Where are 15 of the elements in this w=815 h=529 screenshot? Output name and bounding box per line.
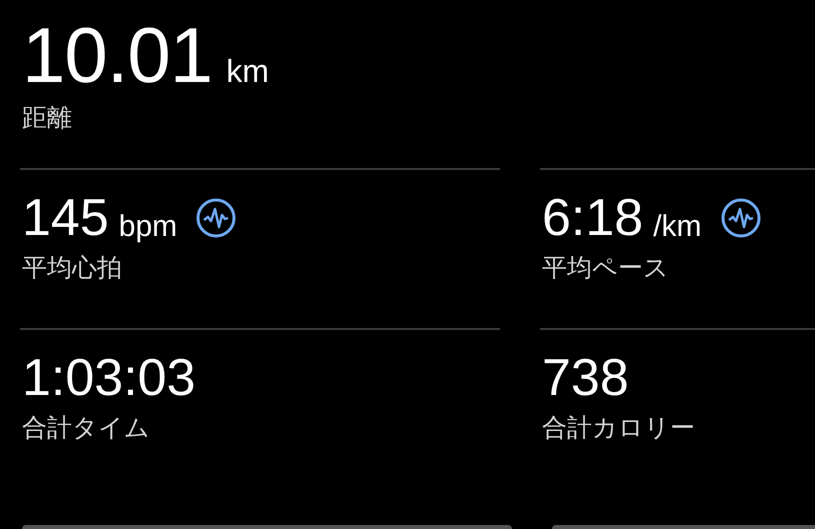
stat-label: 平均心拍 (22, 252, 122, 284)
distance-label: 距離 (22, 102, 72, 134)
stat-value: 1:03:03 (22, 348, 196, 408)
stat-value: 738 (542, 348, 629, 408)
distance-value: 10.01 (22, 12, 212, 98)
pulse-icon[interactable] (720, 197, 762, 239)
stat-label: 合計カロリー (542, 412, 695, 444)
stat-value: 145 (22, 188, 109, 248)
stat-unit: bpm (118, 210, 178, 244)
stat-unit: /km (653, 210, 702, 244)
distance-unit: km (226, 53, 269, 90)
pulse-icon[interactable] (195, 197, 238, 239)
stat-label: 合計タイム (22, 412, 150, 444)
stat-value: 6:18 (542, 188, 644, 248)
stat-label: 平均ペース (542, 252, 669, 284)
